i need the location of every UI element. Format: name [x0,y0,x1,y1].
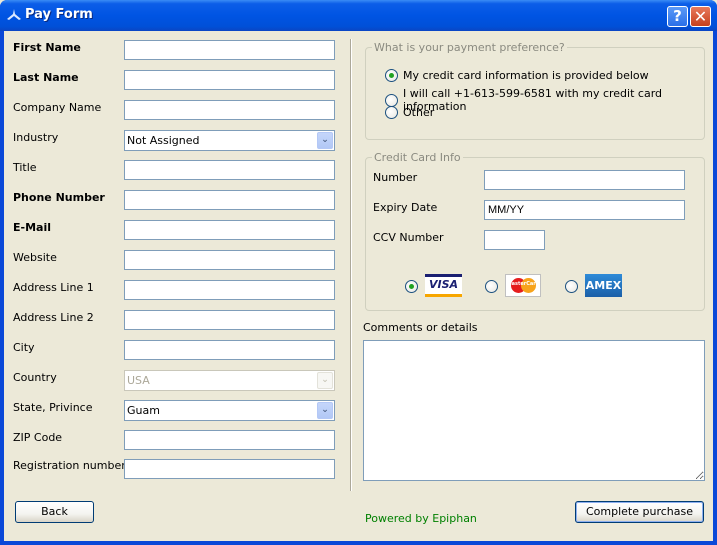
first-name-input[interactable] [124,40,335,60]
mastercard-text: MasterCard [506,281,540,287]
payment-option-label: Other [403,106,435,119]
mastercard-logo-icon[interactable]: MasterCard [505,274,541,297]
last-name-input[interactable] [124,70,335,90]
visa-text: VISA [428,278,459,291]
expiry-date-label: Expiry Date [373,201,438,214]
form-body: First Name Last Name Company Name Indust… [4,31,713,541]
chevron-down-icon[interactable]: ⌄ [317,402,333,419]
address-line-2-input[interactable] [124,310,335,330]
city-label: City [13,341,35,354]
payment-option-provided-below[interactable]: My credit card information is provided b… [385,69,649,82]
company-name-label: Company Name [13,101,102,114]
radio-button[interactable] [385,106,398,119]
amex-text: AMEX [585,279,622,292]
address-line-2-label: Address Line 2 [13,311,94,324]
amex-logo-icon[interactable]: AMEX [585,274,622,297]
state-province-value: Guam [127,404,160,417]
payment-preference-title: What is your payment preference? [372,41,567,54]
first-name-label: First Name [13,41,81,54]
payment-option-label: My credit card information is provided b… [403,69,649,82]
chevron-down-icon[interactable]: ⌄ [317,132,333,149]
zip-code-label: ZIP Code [13,431,63,444]
registration-number-input[interactable] [124,459,335,479]
address-line-1-input[interactable] [124,280,335,300]
industry-value: Not Assigned [127,134,200,147]
vertical-divider [350,39,352,491]
mastercard-radio[interactable] [485,280,498,293]
country-label: Country [13,371,57,384]
payment-preference-group: What is your payment preference? My cred… [365,41,705,140]
phone-number-input[interactable] [124,190,335,210]
state-province-select[interactable]: Guam ⌄ [124,400,335,421]
company-name-input[interactable] [124,100,335,120]
state-province-label: State, Privince [13,401,93,414]
visa-logo-icon[interactable]: VISA [425,274,462,297]
app-logo-icon [7,9,21,20]
comments-textarea[interactable] [363,340,705,481]
close-button[interactable]: ✕ [690,6,711,27]
amex-radio[interactable] [565,280,578,293]
visa-radio[interactable] [405,280,418,293]
website-label: Website [13,251,57,264]
title-input[interactable] [124,160,335,180]
window-title: Pay Form [25,7,93,22]
powered-by-text: Powered by Epiphan [365,512,477,525]
payment-option-label: I will call +1-613-599-6581 with my cred… [403,87,663,113]
credit-card-title: Credit Card Info [372,151,463,164]
back-button[interactable]: Back [15,501,94,523]
payment-option-other[interactable]: Other [385,106,434,119]
expiry-date-input[interactable] [484,200,685,220]
city-input[interactable] [124,340,335,360]
pay-form-window: Pay Form ? ✕ First Name Last Name Compan… [0,0,717,545]
title-label: Title [13,161,37,174]
ccv-number-label: CCV Number [373,231,444,244]
card-number-input[interactable] [484,170,685,190]
complete-purchase-button[interactable]: Complete purchase [575,501,704,523]
website-input[interactable] [124,250,335,270]
industry-label: Industry [13,131,59,144]
email-input[interactable] [124,220,335,240]
radio-button[interactable] [385,93,398,107]
radio-button[interactable] [385,69,398,82]
industry-select[interactable]: Not Assigned ⌄ [124,130,335,151]
help-button[interactable]: ? [667,6,688,27]
zip-code-input[interactable] [124,430,335,450]
chevron-down-icon: ⌄ [317,372,333,389]
last-name-label: Last Name [13,71,79,84]
phone-number-label: Phone Number [13,191,105,204]
address-line-1-label: Address Line 1 [13,281,94,294]
registration-number-label: Registration number [13,459,126,472]
card-number-label: Number [373,171,418,184]
country-value: USA [127,374,150,387]
title-bar[interactable]: Pay Form ? ✕ [0,0,717,31]
country-select: USA ⌄ [124,370,335,391]
comments-label: Comments or details [363,321,478,334]
email-label: E-Mail [13,221,51,234]
ccv-number-input[interactable] [484,230,545,250]
